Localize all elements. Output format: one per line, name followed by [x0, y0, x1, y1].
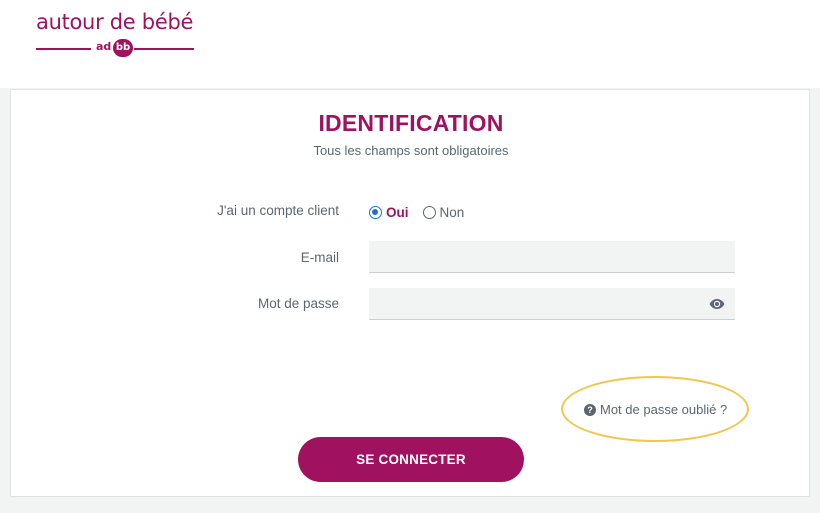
account-radio-group: Oui Non: [369, 203, 478, 221]
brand-logo-wordmark: autour de bébé: [36, 10, 194, 34]
brand-logo[interactable]: autour de bébé ad bb: [36, 10, 196, 60]
login-card: IDENTIFICATION Tous les champs sont obli…: [10, 89, 810, 497]
radio-oui-control[interactable]: [369, 205, 382, 219]
forgot-password-link[interactable]: ? Mot de passe oublié ?: [584, 402, 727, 417]
radio-oui-label[interactable]: Oui: [386, 205, 409, 220]
eye-icon[interactable]: [709, 297, 725, 311]
logo-divider-left: [36, 48, 91, 50]
logo-sub-badge: bb: [113, 39, 133, 57]
radio-non[interactable]: Non: [422, 205, 465, 220]
radio-non-label[interactable]: Non: [440, 205, 465, 220]
page-subtitle: Tous les champs sont obligatoires: [313, 143, 509, 158]
forgot-password-label[interactable]: Mot de passe oublié ?: [600, 402, 727, 417]
radio-oui[interactable]: Oui: [369, 205, 409, 220]
logo-divider-right: [134, 48, 194, 50]
page-title: IDENTIFICATION: [318, 110, 504, 136]
question-circle-icon: ?: [584, 403, 596, 416]
account-question-label: J'ai un compte client: [217, 203, 339, 218]
email-field[interactable]: [369, 241, 735, 273]
password-label: Mot de passe: [257, 296, 339, 311]
site-header: autour de bébé ad bb: [0, 0, 820, 88]
radio-non-control[interactable]: [422, 205, 436, 219]
email-label: E-mail: [300, 250, 339, 265]
logo-sub-left: ad: [96, 40, 112, 53]
login-button[interactable]: SE CONNECTER: [298, 437, 524, 482]
password-field[interactable]: [369, 288, 735, 320]
